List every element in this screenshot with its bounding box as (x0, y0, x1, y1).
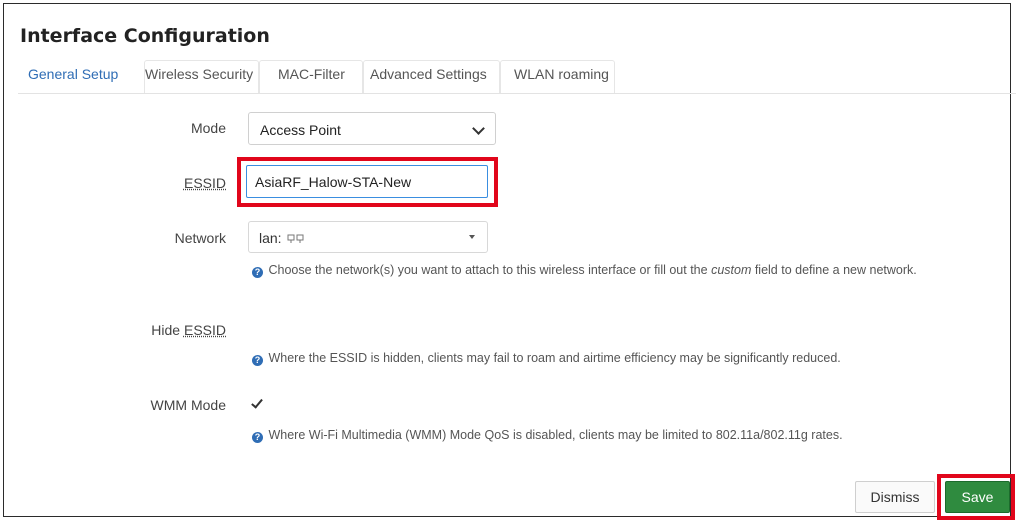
hide-essid-label-prefix: Hide (151, 322, 184, 338)
network-label: Network (175, 230, 226, 246)
mode-select[interactable]: Access Point (248, 112, 496, 145)
network-help-text-end: field to define a new network. (751, 263, 916, 277)
network-value: lan: (259, 230, 282, 246)
tab-mac-filter[interactable]: MAC-Filter (278, 66, 345, 82)
essid-input[interactable] (246, 165, 488, 198)
wmm-mode-help-text: Where Wi-Fi Multimedia (WMM) Mode QoS is… (268, 428, 842, 442)
network-interface-icon (287, 233, 305, 245)
info-icon: ? (252, 355, 263, 366)
hide-essid-help-text: Where the ESSID is hidden, clients may f… (268, 351, 840, 365)
chevron-down-icon (472, 122, 485, 135)
wmm-mode-label: WMM Mode (151, 397, 226, 413)
hide-essid-help: ? Where the ESSID is hidden, clients may… (252, 351, 841, 366)
checkmark-icon (251, 396, 263, 408)
dropdown-arrow-icon (469, 235, 475, 239)
dismiss-button[interactable]: Dismiss (855, 481, 935, 513)
info-icon: ? (252, 432, 263, 443)
hide-essid-label-essid: ESSID (184, 322, 226, 338)
wmm-mode-checkbox[interactable] (250, 397, 264, 411)
network-help: ? Choose the network(s) you want to atta… (252, 263, 992, 278)
network-select[interactable]: lan: (248, 221, 488, 253)
save-button[interactable]: Save (945, 481, 1010, 513)
tab-wireless-security[interactable]: Wireless Security (145, 66, 253, 82)
mode-value: Access Point (260, 122, 341, 138)
wmm-mode-help: ? Where Wi-Fi Multimedia (WMM) Mode QoS … (252, 428, 843, 443)
hide-essid-label: Hide ESSID (151, 322, 226, 338)
network-help-text: Choose the network(s) you want to attach… (268, 263, 711, 277)
tab-wlan-roaming[interactable]: WLAN roaming (514, 66, 609, 82)
page-title: Interface Configuration (20, 25, 270, 47)
mode-label: Mode (191, 120, 226, 136)
info-icon: ? (252, 267, 263, 278)
hide-essid-checkbox[interactable] (250, 325, 264, 339)
network-help-custom: custom (711, 263, 751, 277)
tab-bar: General Setup Wireless Security MAC-Filt… (18, 60, 1016, 94)
essid-label-text: ESSID (184, 175, 226, 191)
essid-label: ESSID (184, 175, 226, 191)
tab-general-setup[interactable]: General Setup (28, 66, 118, 82)
tab-advanced-settings[interactable]: Advanced Settings (370, 66, 487, 82)
